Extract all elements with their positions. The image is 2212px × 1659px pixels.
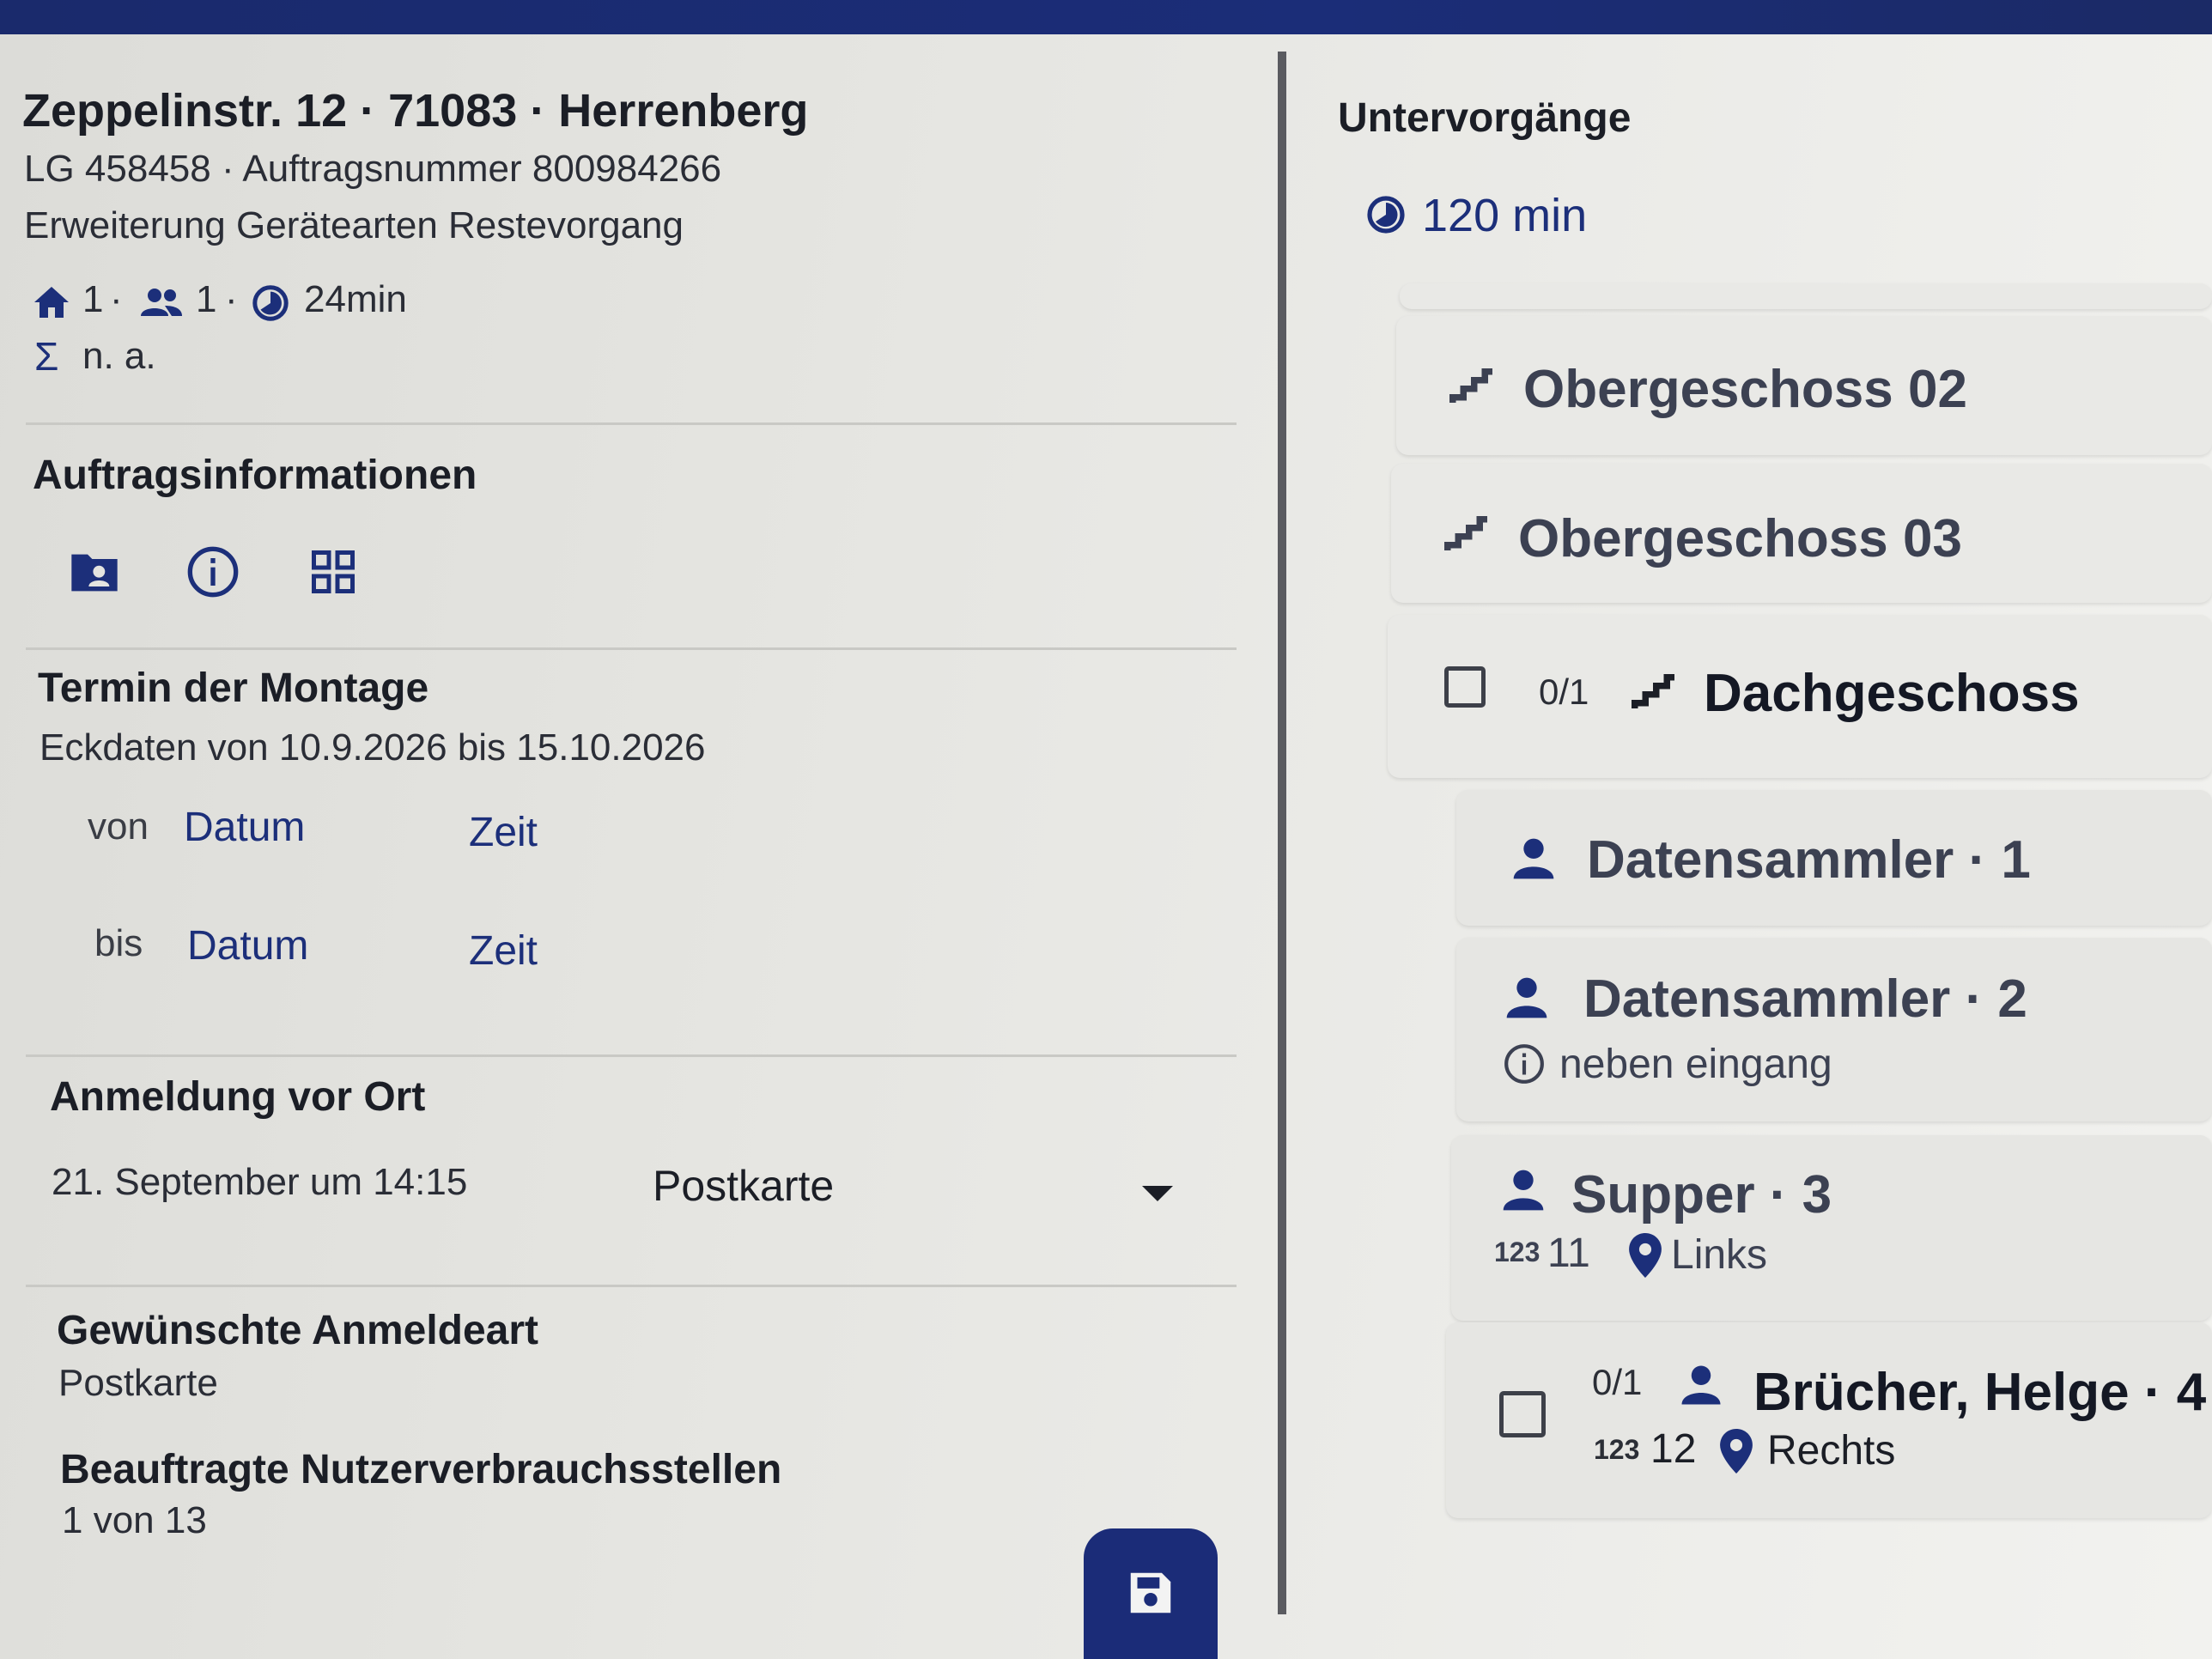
folder-account-icon[interactable] xyxy=(67,550,122,596)
floor-card-og03[interactable]: Obergeschoss 03 xyxy=(1391,464,2212,603)
stairs-icon xyxy=(1632,674,1674,708)
preferred-registration-value: Postkarte xyxy=(58,1362,218,1404)
home-icon xyxy=(34,287,69,318)
stairs-icon xyxy=(1444,516,1487,550)
unit-label: Brücher, Helge · 4 xyxy=(1753,1363,2207,1422)
floor-card-og02[interactable]: Obergeschoss 02 xyxy=(1396,316,2212,455)
save-icon xyxy=(1130,1572,1171,1613)
order-description: Erweiterung Gerätearten Restevorgang xyxy=(24,204,684,246)
divider xyxy=(26,647,1237,650)
person-icon xyxy=(1503,1170,1544,1211)
unit-label: Supper · 3 xyxy=(1571,1165,1832,1224)
floor-card-dachgeschoss[interactable]: 0/1 Dachgeschoss xyxy=(1388,615,2212,778)
unit-card-datensammler-2[interactable]: Datensammler · 2 neben eingang xyxy=(1456,938,2212,1121)
address-title: Zeppelinstr. 12 · 71083 · Herrenberg xyxy=(22,85,809,137)
unit-number: 11 xyxy=(1547,1231,1590,1276)
unit-progress: 0/1 xyxy=(1592,1362,1643,1402)
order-number-line: LG 458458 · Auftragsnummer 800984266 xyxy=(24,148,722,190)
commissioned-units-value: 1 von 13 xyxy=(62,1499,207,1541)
sigma-icon: Σ xyxy=(34,334,59,379)
to-label: bis xyxy=(94,922,143,964)
floor-label: Dachgeschoss xyxy=(1704,664,2080,723)
unit-checkbox[interactable] xyxy=(1499,1391,1546,1437)
from-date-button[interactable]: Datum xyxy=(184,804,305,851)
from-time-button[interactable]: Zeit xyxy=(469,809,538,856)
floor-checkbox[interactable] xyxy=(1444,666,1486,708)
divider xyxy=(26,1285,1237,1287)
unit-position: Rechts xyxy=(1767,1428,1896,1474)
unit-card-bruecher-4[interactable]: 0/1 Brücher, Helge · 4 123 12 Rechts xyxy=(1446,1322,2212,1518)
person-icon xyxy=(1513,838,1554,879)
person-icon xyxy=(1681,1365,1721,1405)
separator-dot: · xyxy=(225,278,238,320)
from-label: von xyxy=(88,805,149,848)
info-circle-icon[interactable] xyxy=(185,544,240,599)
sum-value: n. a. xyxy=(82,335,156,377)
persons-count: 1 xyxy=(196,278,217,320)
map-pin-icon xyxy=(1629,1233,1662,1278)
installation-date-title: Termin der Montage xyxy=(38,665,429,711)
unit-label: Datensammler · 2 xyxy=(1583,969,2027,1029)
divider xyxy=(26,1054,1237,1057)
floor-progress: 0/1 xyxy=(1539,672,1589,712)
people-icon xyxy=(141,289,182,316)
stairs-icon xyxy=(1449,368,1492,403)
numeric-icon: 123 xyxy=(1594,1434,1640,1465)
subprocess-title: Untervorgänge xyxy=(1338,95,1632,141)
unit-position: Links xyxy=(1671,1232,1768,1278)
onsite-registration-datetime: 21. September um 14:15 xyxy=(52,1161,468,1203)
floor-label: Obergeschoss 02 xyxy=(1523,360,1967,419)
order-info-actions xyxy=(67,541,376,610)
separator-dot: · xyxy=(110,278,123,320)
person-icon xyxy=(1506,977,1547,1018)
onsite-registration-title: Anmeldung vor Ort xyxy=(50,1074,426,1120)
duration-value: 24min xyxy=(304,278,407,320)
save-button[interactable] xyxy=(1084,1528,1218,1659)
unit-note: neben eingang xyxy=(1559,1042,1832,1087)
dropdown-arrow-icon xyxy=(1142,1186,1173,1201)
subprocess-panel: Untervorgänge 120 min Obergeschoss 02 Ob… xyxy=(1288,34,2212,1659)
registration-method-value: Postkarte xyxy=(653,1162,835,1210)
to-date-button[interactable]: Datum xyxy=(187,922,308,969)
clock-icon xyxy=(252,285,289,321)
preferred-registration-title: Gewünschte Anmeldeart xyxy=(57,1308,539,1353)
floor-card-partial xyxy=(1400,283,2212,309)
panel-divider xyxy=(1278,52,1286,1614)
numeric-icon: 123 xyxy=(1494,1237,1540,1267)
order-info-title: Auftragsinformationen xyxy=(33,453,477,498)
qr-code-icon[interactable] xyxy=(307,546,359,598)
order-detail-panel: Zeppelinstr. 12 · 71083 · Herrenberg LG … xyxy=(0,34,1279,1659)
subprocess-duration-value: 120 min xyxy=(1422,190,1588,241)
installation-date-range: Eckdaten von 10.9.2026 bis 15.10.2026 xyxy=(40,726,706,769)
unit-number: 12 xyxy=(1650,1426,1697,1472)
info-circle-icon xyxy=(1504,1044,1544,1084)
unit-card-supper-3[interactable]: Supper · 3 123 11 Links xyxy=(1451,1135,2212,1321)
commissioned-units-title: Beauftragte Nutzerverbrauchsstellen xyxy=(60,1447,782,1492)
clock-icon xyxy=(1367,196,1405,234)
divider xyxy=(26,422,1237,425)
unit-card-datensammler-1[interactable]: Datensammler · 1 xyxy=(1456,790,2212,926)
registration-method-select[interactable]: Postkarte xyxy=(635,1142,1194,1237)
to-time-button[interactable]: Zeit xyxy=(469,927,538,975)
unit-label: Datensammler · 1 xyxy=(1587,830,2031,890)
map-pin-icon xyxy=(1720,1429,1753,1474)
floor-label: Obergeschoss 03 xyxy=(1518,509,1962,568)
homes-count: 1 xyxy=(82,278,104,320)
